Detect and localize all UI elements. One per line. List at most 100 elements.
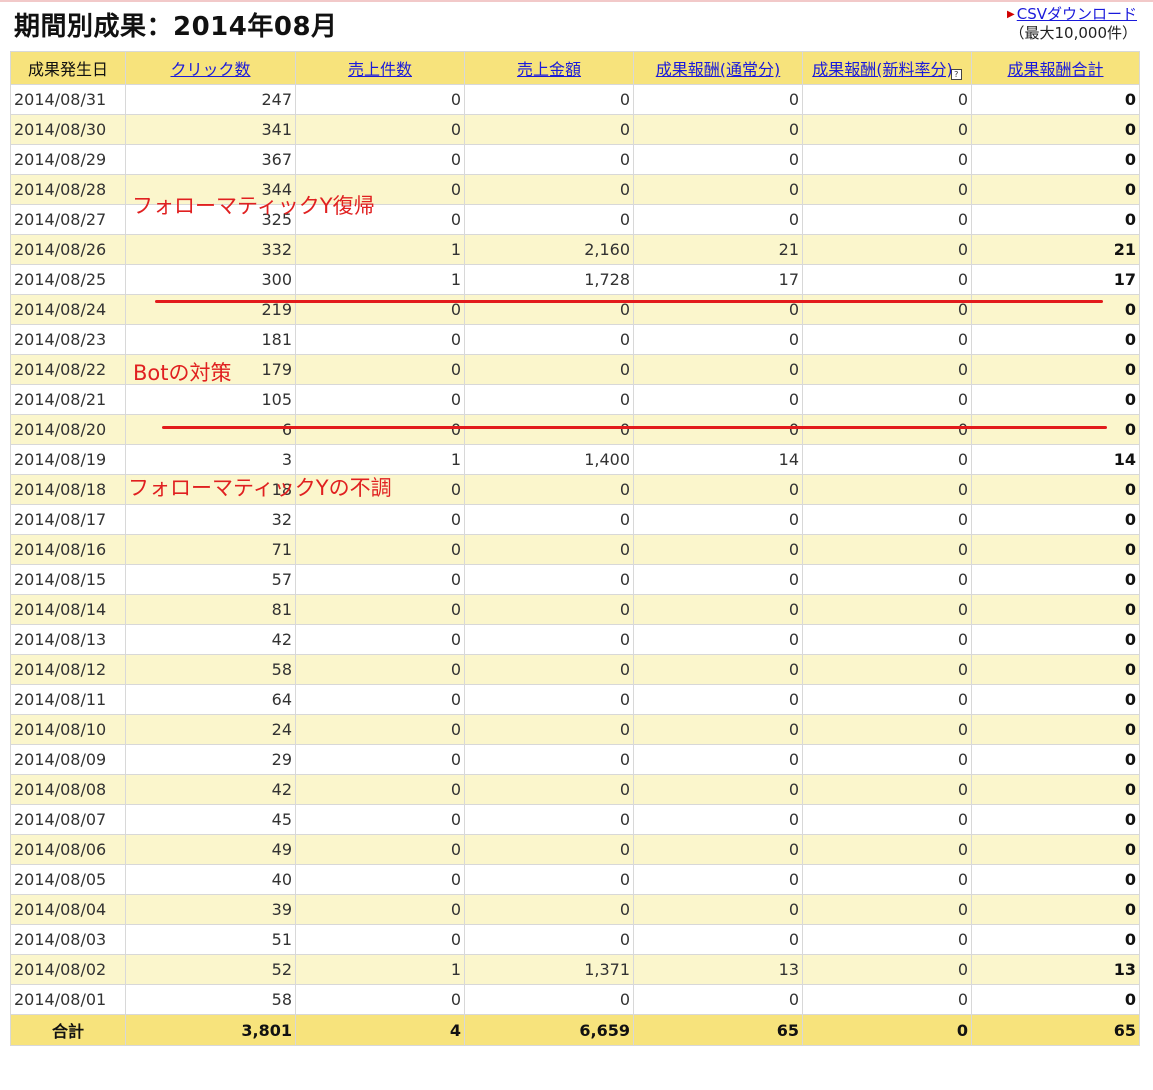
column-header-label: 成果発生日 [27, 60, 108, 79]
column-header-label[interactable]: 売上件数 [348, 60, 412, 79]
value-cell: 0 [633, 144, 803, 175]
value-cell: 0 [802, 984, 972, 1015]
value-cell: 0 [971, 114, 1140, 145]
csv-download-link[interactable]: CSVダウンロード [1017, 5, 1137, 23]
value-cell: 0 [295, 624, 465, 655]
value-cell: 21 [633, 234, 803, 265]
value-cell: 0 [464, 114, 634, 145]
value-cell: 0 [971, 324, 1140, 355]
total-value-cell: 4 [295, 1014, 465, 1046]
table-row: 2014/08/10 24 0 0 0 0 0 [10, 714, 1140, 745]
value-cell: 0 [464, 894, 634, 925]
value-cell: 0 [295, 534, 465, 565]
column-header-label[interactable]: 成果報酬(新料率分) [812, 60, 953, 79]
value-cell: 0 [802, 324, 972, 355]
value-cell: 0 [971, 834, 1140, 865]
table-row: 2014/08/19 3 1 1,400 14 0 14 [10, 444, 1140, 475]
value-cell: 13 [633, 954, 803, 985]
value-cell: 0 [802, 954, 972, 985]
value-cell: 0 [633, 924, 803, 955]
column-header-label[interactable]: クリック数 [170, 60, 250, 79]
value-cell: 0 [802, 804, 972, 835]
column-header-label[interactable]: 成果報酬合計 [1007, 60, 1103, 79]
value-cell: 0 [633, 84, 803, 115]
value-cell: 0 [971, 474, 1140, 505]
column-header-2[interactable]: 売上件数 [295, 51, 465, 85]
value-cell: 0 [295, 834, 465, 865]
value-cell: 0 [464, 924, 634, 955]
total-value-cell: 65 [971, 1014, 1140, 1046]
date-cell: 2014/08/30 [10, 114, 126, 145]
value-cell: 0 [971, 804, 1140, 835]
value-cell: 0 [464, 984, 634, 1015]
table-row: 2014/08/14 81 0 0 0 0 0 [10, 594, 1140, 625]
value-cell: 0 [802, 654, 972, 685]
value-cell: 52 [125, 954, 296, 985]
value-cell: 40 [125, 864, 296, 895]
value-cell: 0 [295, 354, 465, 385]
value-cell: 0 [971, 354, 1140, 385]
column-header-3[interactable]: 売上金額 [464, 51, 634, 85]
date-cell: 2014/08/20 [10, 414, 126, 445]
value-cell: 0 [802, 174, 972, 205]
value-cell: 0 [295, 504, 465, 535]
value-cell: 0 [295, 774, 465, 805]
value-cell: 0 [633, 654, 803, 685]
value-cell: 367 [125, 144, 296, 175]
value-cell: 0 [295, 984, 465, 1015]
date-cell: 2014/08/14 [10, 594, 126, 625]
value-cell: 0 [633, 564, 803, 595]
value-cell: 0 [971, 534, 1140, 565]
date-cell: 2014/08/21 [10, 384, 126, 415]
value-cell: 64 [125, 684, 296, 715]
page-title: 期間別成果：2014年08月 [14, 12, 338, 42]
date-cell: 2014/08/05 [10, 864, 126, 895]
date-cell: 2014/08/17 [10, 504, 126, 535]
value-cell: 0 [802, 414, 972, 445]
value-cell: 0 [971, 84, 1140, 115]
value-cell: 81 [125, 594, 296, 625]
value-cell: 0 [464, 174, 634, 205]
date-cell: 2014/08/25 [10, 264, 126, 295]
column-header-label[interactable]: 成果報酬(通常分) [656, 60, 781, 79]
value-cell: 51 [125, 924, 296, 955]
value-cell: 32 [125, 504, 296, 535]
column-header-label[interactable]: 売上金額 [517, 60, 581, 79]
date-cell: 2014/08/31 [10, 84, 126, 115]
date-cell: 2014/08/27 [10, 204, 126, 235]
value-cell: 0 [633, 894, 803, 925]
value-cell: 0 [802, 834, 972, 865]
value-cell: 1,728 [464, 264, 634, 295]
value-cell: 0 [464, 624, 634, 655]
table-row: 2014/08/06 49 0 0 0 0 0 [10, 834, 1140, 865]
value-cell: 0 [971, 624, 1140, 655]
value-cell: 0 [633, 624, 803, 655]
value-cell: 49 [125, 834, 296, 865]
value-cell: 0 [802, 534, 972, 565]
value-cell: 1 [295, 444, 465, 475]
value-cell: 0 [633, 684, 803, 715]
value-cell: 0 [802, 564, 972, 595]
column-header-6[interactable]: 成果報酬合計 [971, 51, 1140, 85]
value-cell: 1,371 [464, 954, 634, 985]
help-icon[interactable]: ? [950, 69, 962, 80]
value-cell: 0 [633, 294, 803, 325]
date-cell: 2014/08/22 [10, 354, 126, 385]
date-cell: 2014/08/03 [10, 924, 126, 955]
table-row: 2014/08/20 6 0 0 0 0 0 [10, 414, 1140, 445]
value-cell: 0 [802, 144, 972, 175]
column-header-4[interactable]: 成果報酬(通常分) [633, 51, 803, 85]
table-row: 2014/08/16 71 0 0 0 0 0 [10, 534, 1140, 565]
value-cell: 0 [633, 324, 803, 355]
table-row: 2014/08/21 105 0 0 0 0 0 [10, 384, 1140, 415]
value-cell: 0 [464, 864, 634, 895]
table-row: 2014/08/30 341 0 0 0 0 0 [10, 114, 1140, 145]
value-cell: 0 [971, 564, 1140, 595]
value-cell: 0 [464, 144, 634, 175]
value-cell: 0 [633, 744, 803, 775]
column-header-1[interactable]: クリック数 [125, 51, 296, 85]
value-cell: 0 [464, 324, 634, 355]
table-row: 2014/08/25 300 1 1,728 17 0 17 [10, 264, 1140, 295]
column-header-5[interactable]: 成果報酬(新料率分)? [802, 51, 972, 85]
value-cell: 0 [971, 684, 1140, 715]
